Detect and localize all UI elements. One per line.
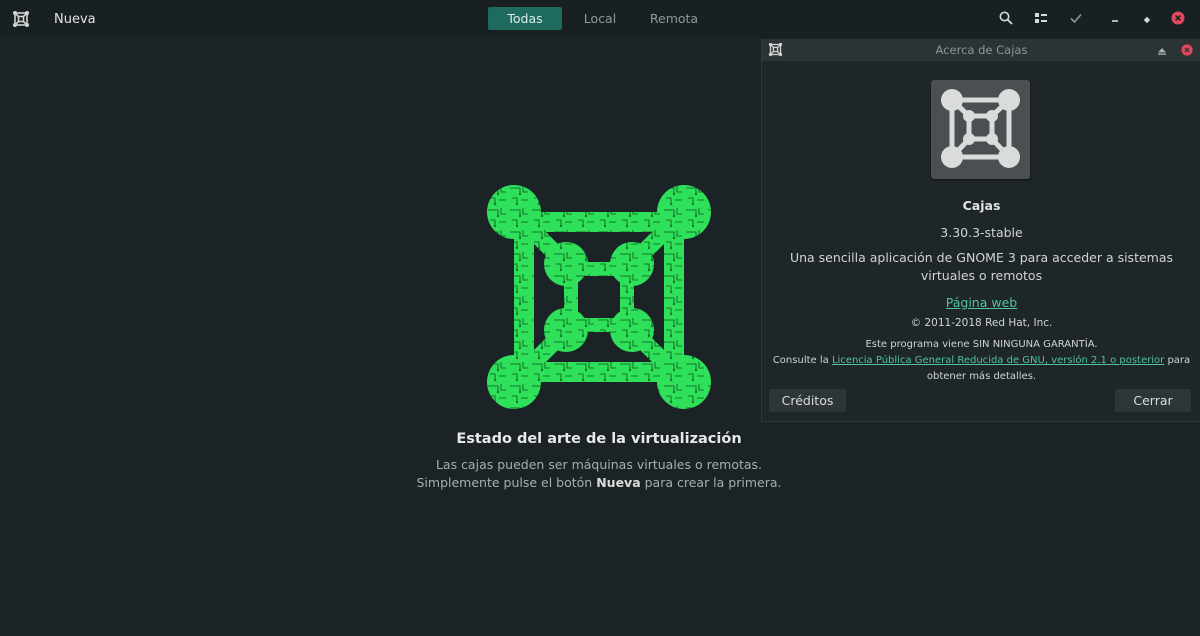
close-icon: [1171, 10, 1185, 29]
close-icon: [1181, 41, 1193, 60]
empty-state-title: Estado del arte de la virtualización: [456, 431, 742, 447]
tab-remota[interactable]: Remota: [638, 7, 710, 30]
empty-state-line-2-start: Simplemente pulse el botón: [416, 475, 597, 490]
empty-state-line-2-end: para crear la primera.: [640, 475, 782, 490]
website-row: Página web: [762, 292, 1200, 311]
eject-icon: [1157, 41, 1167, 60]
dialog-shade-button[interactable]: [1154, 42, 1170, 58]
license-link[interactable]: Licencia Pública General Reducida de GNU…: [832, 355, 1164, 366]
app-version: 3.30.3-stable: [940, 225, 1023, 240]
copyright: © 2011-2018 Red Hat, Inc.: [910, 317, 1053, 329]
select-check-icon: [1069, 10, 1083, 29]
app-description: Una sencilla aplicación de GNOME 3 para …: [789, 250, 1174, 283]
window-close-button[interactable]: [1167, 8, 1189, 30]
view-switcher: Todas Local Remota: [488, 7, 710, 30]
about-dialog-title: Acerca de Cajas: [935, 43, 1028, 57]
license-prefix: Consulte la: [772, 355, 832, 366]
tab-todas[interactable]: Todas: [488, 7, 562, 30]
search-button[interactable]: [995, 8, 1017, 30]
tab-local[interactable]: Local: [562, 7, 638, 30]
license-suffix: para: [1164, 355, 1191, 366]
empty-state-line-2: Simplemente pulse el botón Nueva para cr…: [380, 474, 818, 492]
warranty-text: Este programa viene SIN NINGUNA GARANTÍA…: [865, 339, 1098, 350]
boxes-app-icon: [12, 10, 30, 28]
license-notice: Este programa viene SIN NINGUNA GARANTÍA…: [767, 337, 1196, 385]
maximize-icon: [1142, 10, 1152, 29]
app-name: Cajas: [962, 198, 1001, 213]
header-bar: Nueva Todas Local Remota: [0, 0, 1200, 38]
view-toggle-button[interactable]: [1030, 8, 1052, 30]
empty-state-new-keyword: Nueva: [596, 475, 641, 490]
view-toggle-icon: [1034, 10, 1048, 29]
minimize-icon: [1110, 10, 1120, 29]
close-button[interactable]: Cerrar: [1115, 389, 1191, 412]
minimize-button[interactable]: [1104, 8, 1126, 30]
about-dialog-titlebar: Acerca de Cajas: [762, 39, 1200, 61]
maximize-button[interactable]: [1136, 8, 1158, 30]
empty-state-line-1: Las cajas pueden ser máquinas virtuales …: [435, 457, 763, 472]
boxes-logo-illustration: [486, 184, 712, 410]
empty-state-description: Las cajas pueden ser máquinas virtuales …: [380, 456, 818, 492]
website-link[interactable]: Página web: [946, 295, 1017, 310]
credits-button[interactable]: Créditos: [769, 389, 846, 412]
dialog-close-button[interactable]: [1179, 42, 1195, 58]
new-button[interactable]: Nueva: [44, 6, 106, 32]
license-line-2: obtener más detalles.: [926, 371, 1037, 382]
about-dialog: Acerca de Cajas Cajas 3.30.3-stable Una …: [761, 39, 1200, 422]
select-button[interactable]: [1065, 8, 1087, 30]
license-line: Consulte la Licencia Pública General Red…: [767, 353, 1196, 369]
search-icon: [999, 10, 1013, 29]
app-logo: [931, 80, 1030, 179]
